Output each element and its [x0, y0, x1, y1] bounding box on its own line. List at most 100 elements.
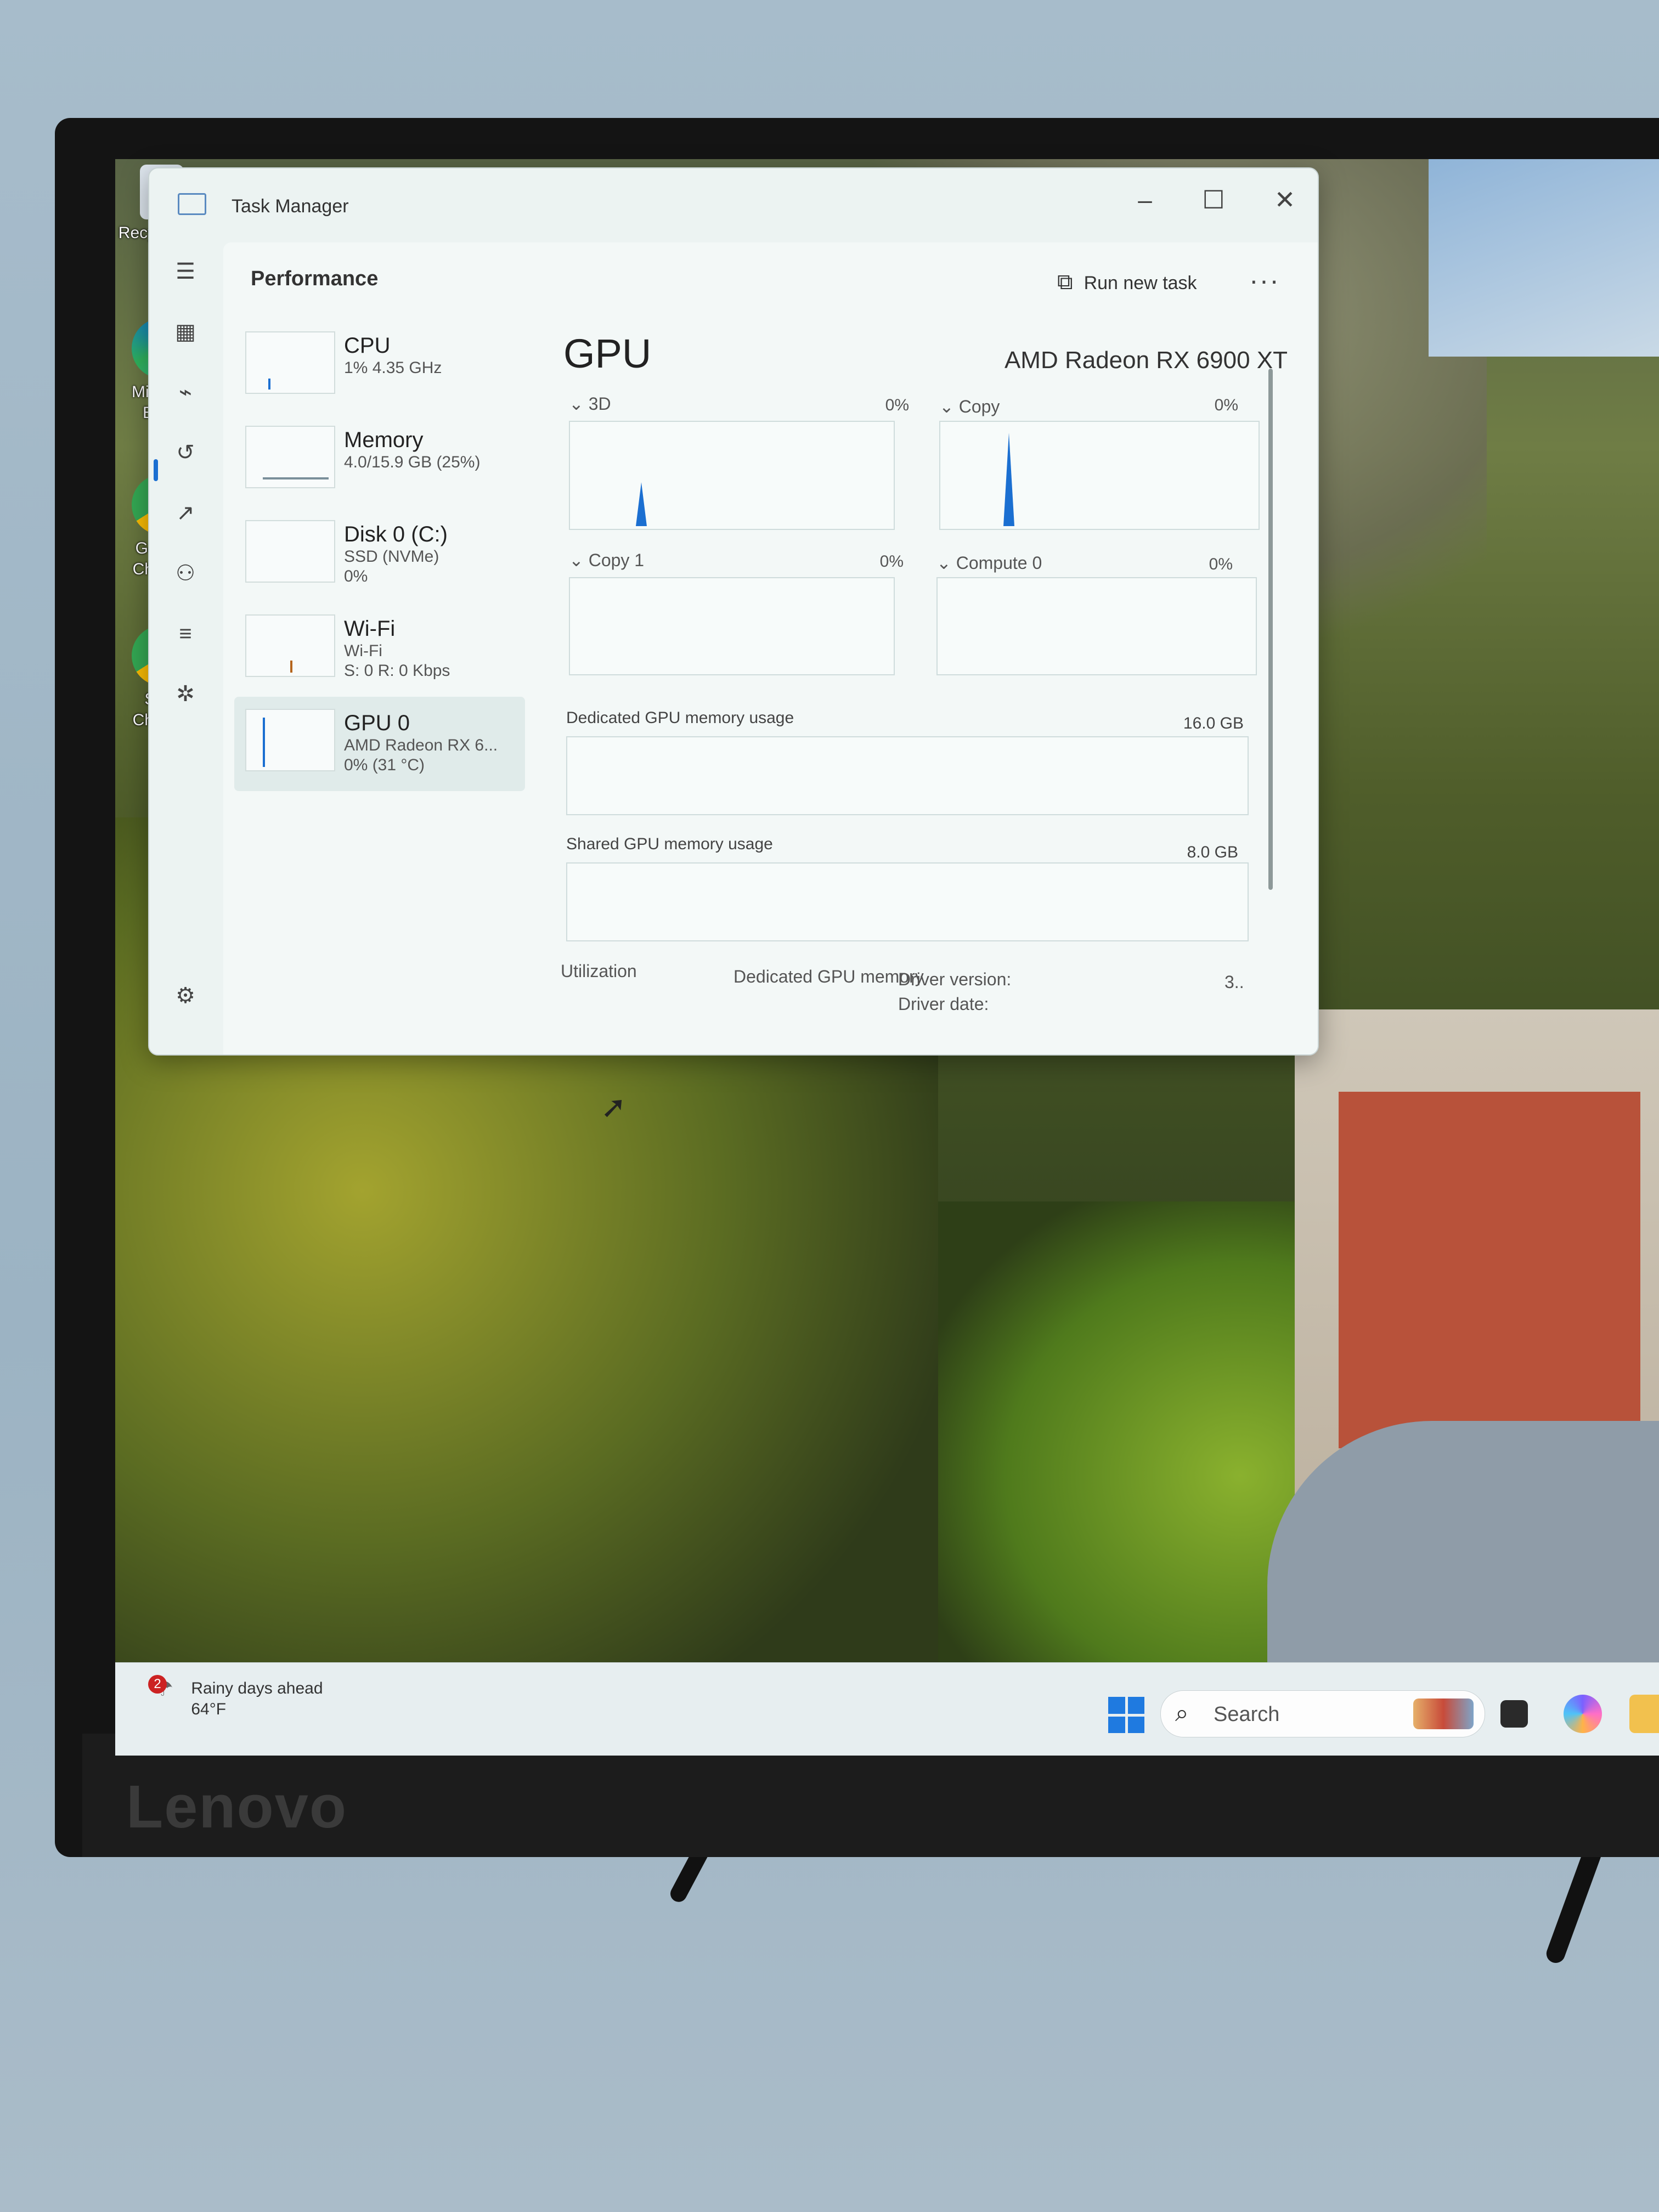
services-icon[interactable]: ✲ [170, 679, 201, 709]
graph-spike [1003, 433, 1014, 526]
driver-date-label: Driver date: [898, 994, 989, 1014]
engine-pct-copy: 0% [1214, 396, 1238, 414]
resource-detail: Wi-Fi [344, 642, 382, 660]
task-manager-window: Task Manager – ☐ ✕ ☰ ▦ ⌁ ↺ ↗ ⚇ ≡ ✲ ⚙ Per… [148, 167, 1319, 1056]
gpu-model-name: AMD Radeon RX 6900 XT [1004, 347, 1288, 374]
users-icon[interactable]: ⚇ [170, 558, 201, 589]
resource-thumbnail [245, 520, 335, 583]
engine-label-3d[interactable]: ⌄ 3D [569, 393, 611, 414]
engine-label-copy[interactable]: ⌄ Copy [939, 396, 1000, 417]
gpu-heading: GPU [563, 331, 652, 376]
driver-version-value: 3.. [1224, 972, 1244, 992]
performance-icon[interactable]: ⌁ [170, 377, 201, 408]
thumbnail-spark [290, 661, 292, 673]
engine-label-text: Copy 1 [588, 550, 645, 570]
resource-disk[interactable]: Disk 0 (C:) SSD (NVMe) 0% [234, 508, 525, 602]
minimize-button[interactable]: – [1126, 185, 1164, 215]
engine-pct-compute0: 0% [1209, 555, 1233, 573]
dedicated-memory-label: Dedicated GPU memory usage [566, 709, 794, 727]
engine-graph-compute0 [936, 577, 1257, 675]
app-history-icon[interactable]: ↺ [170, 437, 201, 468]
resource-detail: SSD (NVMe) [344, 548, 439, 566]
wallpaper-castle-facade [1339, 1092, 1640, 1448]
settings-gear-icon[interactable]: ⚙ [170, 980, 201, 1011]
resource-detail-2: S: 0 R: 0 Kbps [344, 662, 450, 680]
shared-memory-graph [566, 862, 1249, 941]
more-options-button[interactable]: ··· [1249, 264, 1280, 296]
weather-title: Rainy days ahead [191, 1679, 323, 1697]
hamburger-menu-icon[interactable]: ☰ [170, 256, 201, 287]
driver-version-label: Driver version: [898, 969, 1012, 989]
task-manager-app-icon [178, 193, 206, 215]
resource-list: CPU 1% 4.35 GHz Memory 4.0/15.9 GB (25%)… [234, 319, 525, 791]
engine-pct-copy1: 0% [879, 552, 904, 571]
taskbar-search[interactable]: ⌕ Search [1160, 1690, 1485, 1737]
file-explorer-icon[interactable] [1629, 1695, 1659, 1733]
task-view-icon[interactable] [1500, 1700, 1528, 1728]
vertical-scrollbar[interactable] [1268, 369, 1273, 890]
resource-detail: 1% 4.35 GHz [344, 359, 442, 377]
performance-pane: Performance ⧉ Run new task ··· CPU 1% 4.3… [223, 242, 1318, 1054]
page-title: Performance [251, 267, 379, 290]
mouse-cursor-icon: ➚ [601, 1090, 627, 1124]
maximize-button[interactable]: ☐ [1194, 185, 1233, 215]
close-button[interactable]: ✕ [1266, 185, 1304, 215]
resource-thumbnail [245, 709, 335, 771]
resource-wifi[interactable]: Wi-Fi Wi-Fi S: 0 R: 0 Kbps [234, 602, 525, 697]
search-icon: ⌕ [1175, 1700, 1189, 1726]
dedicated-memory-max: 16.0 GB [1183, 714, 1244, 732]
resource-name: Memory [344, 428, 424, 452]
engine-graph-copy1 [569, 577, 895, 675]
utilization-label: Utilization [561, 961, 637, 981]
engine-label-text: Copy [958, 397, 1000, 416]
windows-logo-tile [1127, 1697, 1144, 1714]
window-title: Task Manager [232, 196, 349, 217]
weather-badge: 2 [148, 1675, 167, 1694]
dedicated-memory-graph [566, 736, 1249, 815]
wallpaper-sky [1429, 159, 1659, 357]
shared-memory-label: Shared GPU memory usage [566, 835, 773, 853]
windows-logo-tile [1108, 1716, 1125, 1733]
resource-cpu[interactable]: CPU 1% 4.35 GHz [234, 319, 525, 414]
graph-spike [636, 482, 647, 526]
resource-thumbnail [245, 426, 335, 488]
run-new-task-label: Run new task [1084, 273, 1197, 294]
start-button[interactable] [1108, 1697, 1144, 1733]
navigation-rail: ☰ ▦ ⌁ ↺ ↗ ⚇ ≡ ✲ ⚙ [149, 245, 221, 1054]
thumbnail-spark [268, 379, 270, 390]
copilot-icon[interactable] [1564, 1695, 1602, 1733]
engine-graph-copy [939, 421, 1260, 530]
resource-detail-2: 0% (31 °C) [344, 756, 425, 774]
thumbnail-spark [263, 718, 265, 767]
engine-graph-3d [569, 421, 895, 530]
resource-thumbnail [245, 614, 335, 677]
resource-name: Wi-Fi [344, 617, 396, 641]
resource-name: CPU [344, 334, 391, 358]
resource-detail: 4.0/15.9 GB (25%) [344, 453, 481, 471]
engine-label-text: 3D [588, 394, 611, 414]
resource-detail: AMD Radeon RX 6... [344, 736, 498, 754]
nav-active-indicator [154, 459, 158, 481]
resource-gpu[interactable]: GPU 0 AMD Radeon RX 6... 0% (31 °C) [234, 697, 525, 791]
details-icon[interactable]: ≡ [170, 618, 201, 649]
engine-pct-3d: 0% [885, 396, 909, 414]
engine-label-copy1[interactable]: ⌄ Copy 1 [569, 550, 644, 571]
shared-memory-max: 8.0 GB [1187, 843, 1238, 861]
resource-name: GPU 0 [344, 711, 410, 735]
resource-name: Disk 0 (C:) [344, 522, 448, 546]
engine-label-text: Compute 0 [956, 553, 1042, 573]
search-placeholder: Search [1214, 1703, 1280, 1726]
processes-icon[interactable]: ▦ [170, 317, 201, 347]
windows-logo-tile [1108, 1697, 1125, 1714]
taskbar: 2 ☂ Rainy days ahead 64°F ⌕ Search [115, 1662, 1659, 1756]
startup-apps-icon[interactable]: ↗ [170, 498, 201, 528]
run-task-icon: ⧉ [1057, 270, 1073, 294]
resource-detail-2: 0% [344, 567, 368, 585]
run-new-task-button[interactable]: ⧉ Run new task [1057, 270, 1197, 295]
resource-memory[interactable]: Memory 4.0/15.9 GB (25%) [234, 414, 525, 508]
search-highlight-icon [1413, 1699, 1474, 1729]
windows-logo-tile [1127, 1716, 1144, 1733]
weather-widget[interactable]: 2 ☂ Rainy days ahead 64°F [148, 1675, 323, 1720]
dedicated-memory-stat-label: Dedicated GPU memory [733, 967, 924, 986]
engine-label-compute0[interactable]: ⌄ Compute 0 [936, 552, 1042, 573]
